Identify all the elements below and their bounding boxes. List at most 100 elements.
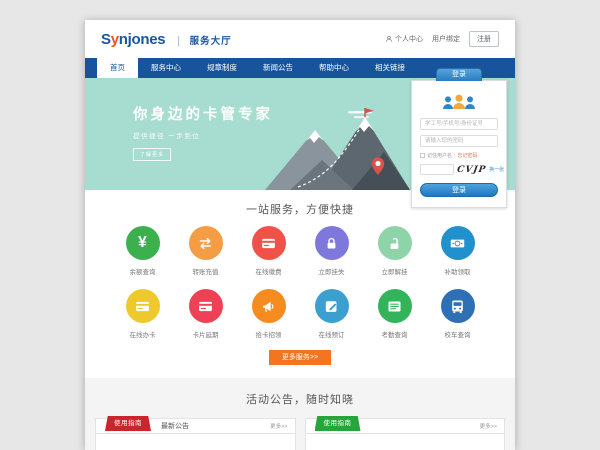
logo-text-2: njones: [119, 31, 166, 48]
site-logo[interactable]: Synjones | 服务大厅: [101, 31, 232, 48]
tab-usage-guide[interactable]: 使用指南: [105, 416, 151, 431]
nav-item[interactable]: 帮助中心: [306, 58, 362, 78]
service-item[interactable]: 拾卡招领: [237, 289, 300, 339]
service-icon-circle: [441, 226, 475, 260]
services-section: 一站服务，方便快捷 ¥余额查询转账充值在线缴费立即挂失立即解挂补助领取在线办卡卡…: [85, 190, 515, 365]
service-icon-circle: ¥: [126, 226, 160, 260]
site-header: Synjones | 服务大厅 个人中心 用户绑定 注册: [85, 20, 515, 58]
webpage: Synjones | 服务大厅 个人中心 用户绑定 注册 首页服务中心规章制度新…: [85, 20, 515, 450]
service-icon-circle: [441, 289, 475, 323]
announcements-section: 活动公告，随时知晓 使用指南 最新公告 更多>> 使用指南 更多>>: [85, 378, 515, 450]
more-services-button[interactable]: 更多服务>>: [269, 350, 331, 365]
service-label: 在线缴费: [237, 266, 300, 276]
panel-tab-row: 使用指南 最新公告 更多>>: [96, 419, 295, 434]
remember-label: 记住用户名: [427, 152, 452, 159]
service-item[interactable]: 考勤查询: [363, 289, 426, 339]
nav-item[interactable]: 相关链接: [362, 58, 418, 78]
service-icon-circle: [189, 289, 223, 323]
bank-card-icon: [197, 298, 214, 315]
login-tab[interactable]: 登录: [436, 68, 482, 81]
user-binding-label: 用户绑定: [432, 34, 460, 44]
banner-subheading: 提供捷径 一步到位: [133, 130, 273, 140]
service-item[interactable]: 立即挂失: [300, 226, 363, 276]
personal-center-link[interactable]: 个人中心: [385, 34, 423, 44]
unlock-icon: [386, 235, 403, 252]
service-item[interactable]: 在线预订: [300, 289, 363, 339]
service-label: 在线办卡: [111, 329, 174, 339]
panel-tab-row: 使用指南 更多>>: [306, 419, 505, 434]
nav-item[interactable]: 规章制度: [194, 58, 250, 78]
logo-divider: |: [177, 35, 180, 47]
guide-panel: 使用指南 更多>>: [305, 418, 506, 450]
service-item[interactable]: 在线缴费: [237, 226, 300, 276]
service-icon-circle: [378, 226, 412, 260]
announcements-title: 活动公告，随时知晓: [95, 391, 505, 407]
forgot-password-link[interactable]: 忘记密码: [457, 152, 477, 159]
service-item[interactable]: 立即解挂: [363, 226, 426, 276]
site-subtitle: 服务大厅: [190, 36, 232, 47]
banner-cta-button[interactable]: 了解更多: [133, 148, 171, 161]
banknote-icon: [449, 235, 466, 252]
service-icon-circle: [252, 226, 286, 260]
banner-heading: 你身边的卡管专家: [133, 103, 273, 124]
tab-latest-news[interactable]: 最新公告: [161, 419, 189, 434]
logo-text: S: [101, 31, 111, 48]
service-label: 立即挂失: [300, 266, 363, 276]
service-icon-circle: [252, 289, 286, 323]
transfer-arrows-icon: [197, 235, 214, 252]
bus-icon: [449, 298, 466, 315]
service-label: 卡片延期: [174, 329, 237, 339]
tab-usage-guide-2[interactable]: 使用指南: [315, 416, 361, 431]
service-icon-circle: [126, 289, 160, 323]
nav-item[interactable]: 服务中心: [138, 58, 194, 78]
password-input[interactable]: [420, 135, 498, 147]
login-submit-button[interactable]: 登录: [420, 183, 498, 197]
captcha-input[interactable]: [420, 164, 454, 175]
service-icon-circle: [315, 289, 349, 323]
nav-item[interactable]: 首页: [97, 58, 138, 78]
username-input[interactable]: [420, 118, 498, 130]
service-item[interactable]: 转账充值: [174, 226, 237, 276]
bank-card-icon: [260, 235, 277, 252]
announcement-panels: 使用指南 最新公告 更多>> 使用指南 更多>>: [95, 418, 505, 450]
banner-text-block: 你身边的卡管专家 提供捷径 一步到位 了解更多: [133, 103, 273, 161]
service-item[interactable]: 卡片延期: [174, 289, 237, 339]
service-label: 在线预订: [300, 329, 363, 339]
more-link[interactable]: 更多>>: [480, 422, 497, 430]
login-panel: 登录 记住用户名 | 忘记密码 CVJP 换一张 登: [411, 80, 507, 208]
bank-card-icon: [134, 298, 151, 315]
attendance-list-icon: [386, 298, 403, 315]
more-link[interactable]: 更多>>: [270, 422, 287, 430]
user-binding-link[interactable]: 用户绑定: [432, 34, 460, 44]
service-label: 拾卡招领: [237, 329, 300, 339]
service-icon-circle: [315, 226, 349, 260]
service-item[interactable]: 在线办卡: [111, 289, 174, 339]
remember-checkbox[interactable]: [420, 153, 425, 158]
captcha-image[interactable]: CVJP: [456, 165, 487, 175]
person-icon: [385, 35, 393, 43]
nav-item[interactable]: 新闻公告: [250, 58, 306, 78]
service-icon-circle: [189, 226, 223, 260]
service-label: 补助领取: [426, 266, 489, 276]
service-item[interactable]: ¥余额查询: [111, 226, 174, 276]
service-icon-circle: [378, 289, 412, 323]
service-label: 校车查询: [426, 329, 489, 339]
users-group-icon: [439, 93, 479, 111]
service-label: 转账充值: [174, 266, 237, 276]
lock-icon: [323, 235, 340, 252]
edit-icon: [323, 298, 340, 315]
guide-news-panel: 使用指南 最新公告 更多>>: [95, 418, 296, 450]
service-item[interactable]: 补助领取: [426, 226, 489, 276]
service-label: 考勤查询: [363, 329, 426, 339]
remember-row: 记住用户名 | 忘记密码: [420, 152, 498, 159]
services-grid: ¥余额查询转账充值在线缴费立即挂失立即解挂补助领取在线办卡卡片延期拾卡招领在线预…: [111, 226, 489, 339]
captcha-row: CVJP 换一张: [420, 164, 498, 175]
yuan-icon: ¥: [138, 235, 147, 251]
logo-accent: y: [111, 31, 119, 48]
service-item[interactable]: 校车查询: [426, 289, 489, 339]
personal-center-label: 个人中心: [395, 34, 423, 44]
captcha-refresh-link[interactable]: 换一张: [489, 166, 504, 173]
hero-banner: 你身边的卡管专家 提供捷径 一步到位 了解更多 登录: [85, 78, 515, 190]
register-button[interactable]: 注册: [469, 31, 499, 47]
remember-divider: |: [454, 153, 455, 159]
